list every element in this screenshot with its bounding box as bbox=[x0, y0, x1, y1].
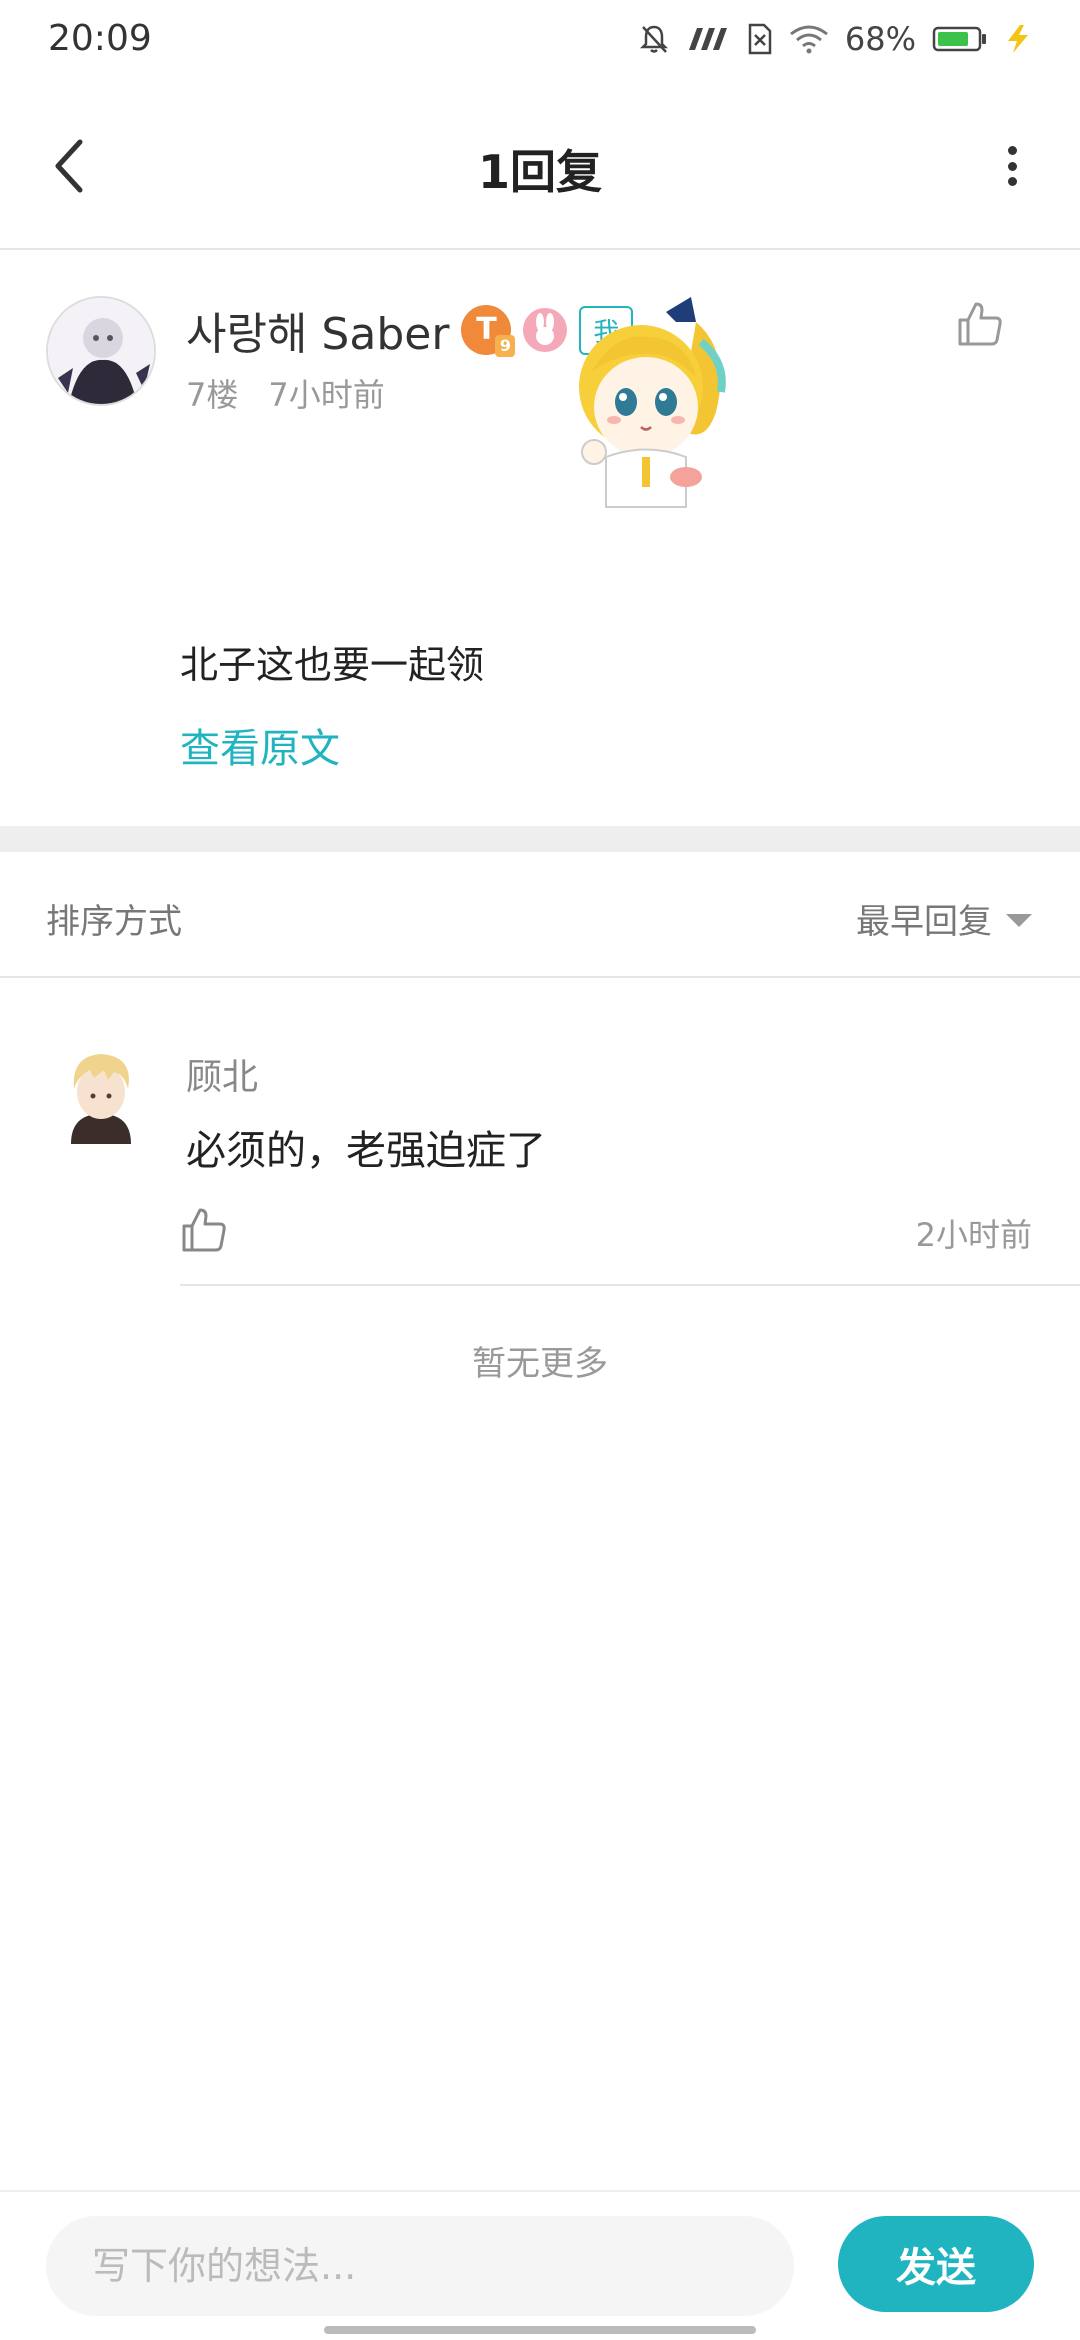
bell-off-icon bbox=[639, 25, 668, 53]
status-icons: 68% bbox=[639, 20, 1032, 58]
sort-label: 排序方式 bbox=[46, 902, 182, 942]
sort-dropdown[interactable]: 最早回复 bbox=[856, 894, 1032, 943]
post-author-avatar[interactable] bbox=[46, 296, 156, 406]
view-original-link[interactable]: 查看原文 bbox=[180, 716, 340, 774]
home-indicator[interactable] bbox=[324, 2326, 756, 2334]
sort-row: 排序方式 最早回复 bbox=[0, 852, 1080, 978]
battery-percent: 68% bbox=[844, 20, 916, 58]
send-button[interactable]: 发送 bbox=[838, 2216, 1034, 2312]
avatar-image bbox=[71, 1054, 131, 1144]
more-vertical-icon bbox=[1007, 146, 1017, 155]
top-bar: 1回复 bbox=[0, 82, 1080, 250]
signal-icon bbox=[688, 28, 727, 50]
reply-time: 2小时前 bbox=[915, 1216, 1032, 1254]
post-time: 7小时前 bbox=[268, 376, 385, 414]
comment-input[interactable] bbox=[46, 2216, 794, 2316]
wifi-icon bbox=[789, 25, 828, 54]
anime-sticker bbox=[546, 292, 746, 522]
reply-author-name[interactable]: 顾北 bbox=[186, 1048, 258, 1100]
reply-item: 顾北 必须的，老强迫症了 2小时前 bbox=[0, 980, 1080, 1286]
reply-divider bbox=[180, 1284, 1080, 1286]
thumbs-up-icon bbox=[182, 1208, 226, 1252]
reply-text: 必须的，老强迫症了 bbox=[186, 1128, 546, 1174]
main-post: 사랑해 Saber T 9 我 7楼 7小时前 北子这也要一起领 查看原文 bbox=[0, 252, 1080, 826]
sort-selected: 最早回复 bbox=[856, 902, 992, 942]
thumbs-up-icon bbox=[958, 302, 1002, 346]
level-badge: T 9 bbox=[461, 305, 516, 357]
sim-off-icon bbox=[748, 23, 772, 55]
post-floor: 7楼 bbox=[186, 376, 239, 414]
battery-icon bbox=[932, 26, 986, 52]
status-time: 20:09 bbox=[48, 18, 152, 59]
post-content: 北子这也要一起领 bbox=[180, 643, 485, 687]
section-divider bbox=[0, 826, 1080, 852]
more-options-button[interactable] bbox=[1004, 146, 1020, 186]
status-bar: 20:09 68% bbox=[0, 0, 1080, 82]
reply-like-button[interactable] bbox=[180, 1206, 228, 1254]
page-title: 1回复 bbox=[477, 145, 602, 199]
charging-icon bbox=[1008, 25, 1028, 53]
post-like-button[interactable] bbox=[956, 300, 1004, 348]
post-author-name: 사랑해 Saber bbox=[186, 309, 450, 360]
reply-author-avatar[interactable] bbox=[56, 1044, 146, 1154]
comment-bar: 发送 bbox=[0, 2190, 1080, 2340]
post-meta: 7楼 7小时前 bbox=[186, 370, 385, 416]
caret-down-icon bbox=[1006, 914, 1032, 927]
avatar-image bbox=[48, 298, 154, 404]
no-more-text: 暂无更多 bbox=[472, 1344, 608, 1384]
